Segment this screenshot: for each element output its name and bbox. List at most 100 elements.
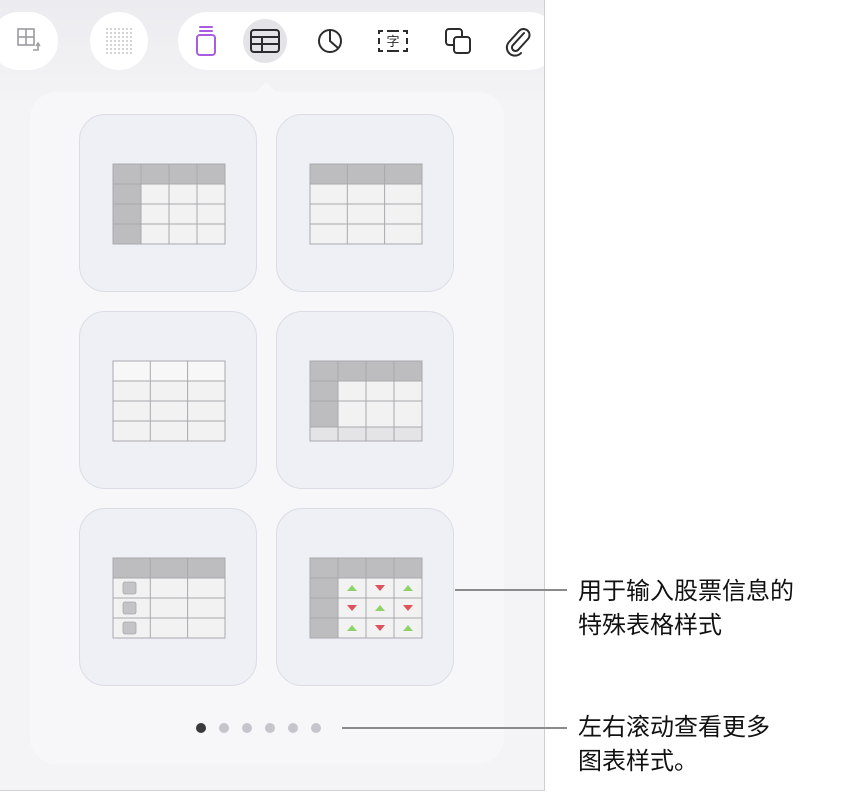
text-field-button[interactable]: 字 [371,19,415,63]
grid-dot [106,28,108,30]
grid-dot [110,40,112,42]
grid-dot [122,44,124,46]
page-dot[interactable] [311,723,321,733]
grid-dot [118,32,120,34]
table-options-button[interactable] [0,12,58,70]
grid-dot [106,32,108,34]
chart-icon [318,29,342,53]
page-dot[interactable] [242,723,252,733]
grid-dot [114,48,116,50]
scroll-callout-line1: 左右滚动查看更多 [578,713,770,741]
grid-dot [106,44,108,46]
grid-dot [106,36,108,38]
page-dot[interactable] [288,723,298,733]
checkbox [122,621,137,635]
stocks-callout-line1: 用于输入股票信息的 [578,577,794,605]
page-dot[interactable] [219,723,229,733]
grid-dot [130,28,132,30]
grid-button[interactable] [90,12,148,70]
grid-dot [110,36,112,38]
grid-dot [110,48,112,50]
grid-dot [122,40,124,42]
grid-dot [122,52,124,54]
chart-button[interactable] [308,19,352,63]
grid-dot [126,36,128,38]
grid-dot [118,44,120,46]
attachment-button[interactable] [496,19,540,63]
header-row [310,164,422,184]
page-indicator[interactable] [196,722,321,734]
grid-dot [130,52,132,54]
table-style-header-row-and-column[interactable] [79,114,257,292]
grid-dot [130,44,132,46]
grid-dot [126,32,128,34]
text-box-button[interactable] [184,19,228,63]
shape-button[interactable] [436,19,480,63]
table-thumbnail [112,163,226,245]
grid-dot [126,52,128,54]
table-style-header-row[interactable] [276,114,454,292]
grid-dot [106,40,108,42]
grid-dot [130,48,132,50]
grid-dot [118,36,120,38]
grid-dot [118,48,120,50]
grid-dot [110,52,112,54]
scroll-callout-text: 左右滚动查看更多 图表样式。 [578,710,770,778]
grid-dot [122,28,124,30]
table-icon [250,29,280,53]
grid-dot [122,48,124,50]
text-box-icon [196,26,216,56]
grid-dot [126,28,128,30]
attachment-icon [505,28,531,57]
grid-dot [130,40,132,42]
page-dot[interactable] [196,723,206,733]
scroll-callout-line2: 图表样式。 [578,747,698,775]
insert-toolbar: 字 [178,12,544,70]
grid-dot [122,36,124,38]
grid-dot [114,36,116,38]
page-dot[interactable] [265,723,275,733]
grid-dot [130,32,132,34]
grid-dot [114,44,116,46]
grid-dot [114,28,116,30]
checkbox [122,601,137,615]
grid-dot [106,52,108,54]
grid-dot [118,52,120,54]
checkbox [122,581,137,595]
grid-dot [114,40,116,42]
grid-dot [114,32,116,34]
table-thumbnail [309,360,423,442]
grid-dots-icon [97,19,141,63]
grid-dot [110,44,112,46]
text-field-icon: 字 [378,30,408,52]
table-style-plain[interactable] [79,311,257,489]
table-options-icon [8,19,52,63]
table-style-header-row-column-footer[interactable] [276,311,454,489]
grid-dot [126,40,128,42]
stocks-callout-text: 用于输入股票信息的 特殊表格样式 [578,574,794,642]
table-button[interactable] [243,19,287,63]
grid-dot [110,28,112,30]
app-window: 字 [0,0,545,791]
grid-dot [114,52,116,54]
grid-dot [130,36,132,38]
stocks-callout-line [455,589,567,591]
first-row [113,361,225,381]
grid-dot [118,28,120,30]
grid-dot [126,44,128,46]
table-thumbnail [112,360,226,442]
grid-dot [110,32,112,34]
grid-dot [118,40,120,42]
grid-dot [126,48,128,50]
table-thumbnail [309,163,423,245]
table-thumbnail [309,557,423,639]
scroll-callout-line [342,727,567,729]
grid-dot [106,48,108,50]
table-thumbnail [112,557,226,639]
grid-dot [122,32,124,34]
table-style-checklist[interactable] [79,508,257,686]
shape-icon [445,28,471,54]
stocks-callout-line2: 特殊表格样式 [578,611,722,639]
table-style-stocks[interactable] [276,508,454,686]
header-row [113,558,225,578]
